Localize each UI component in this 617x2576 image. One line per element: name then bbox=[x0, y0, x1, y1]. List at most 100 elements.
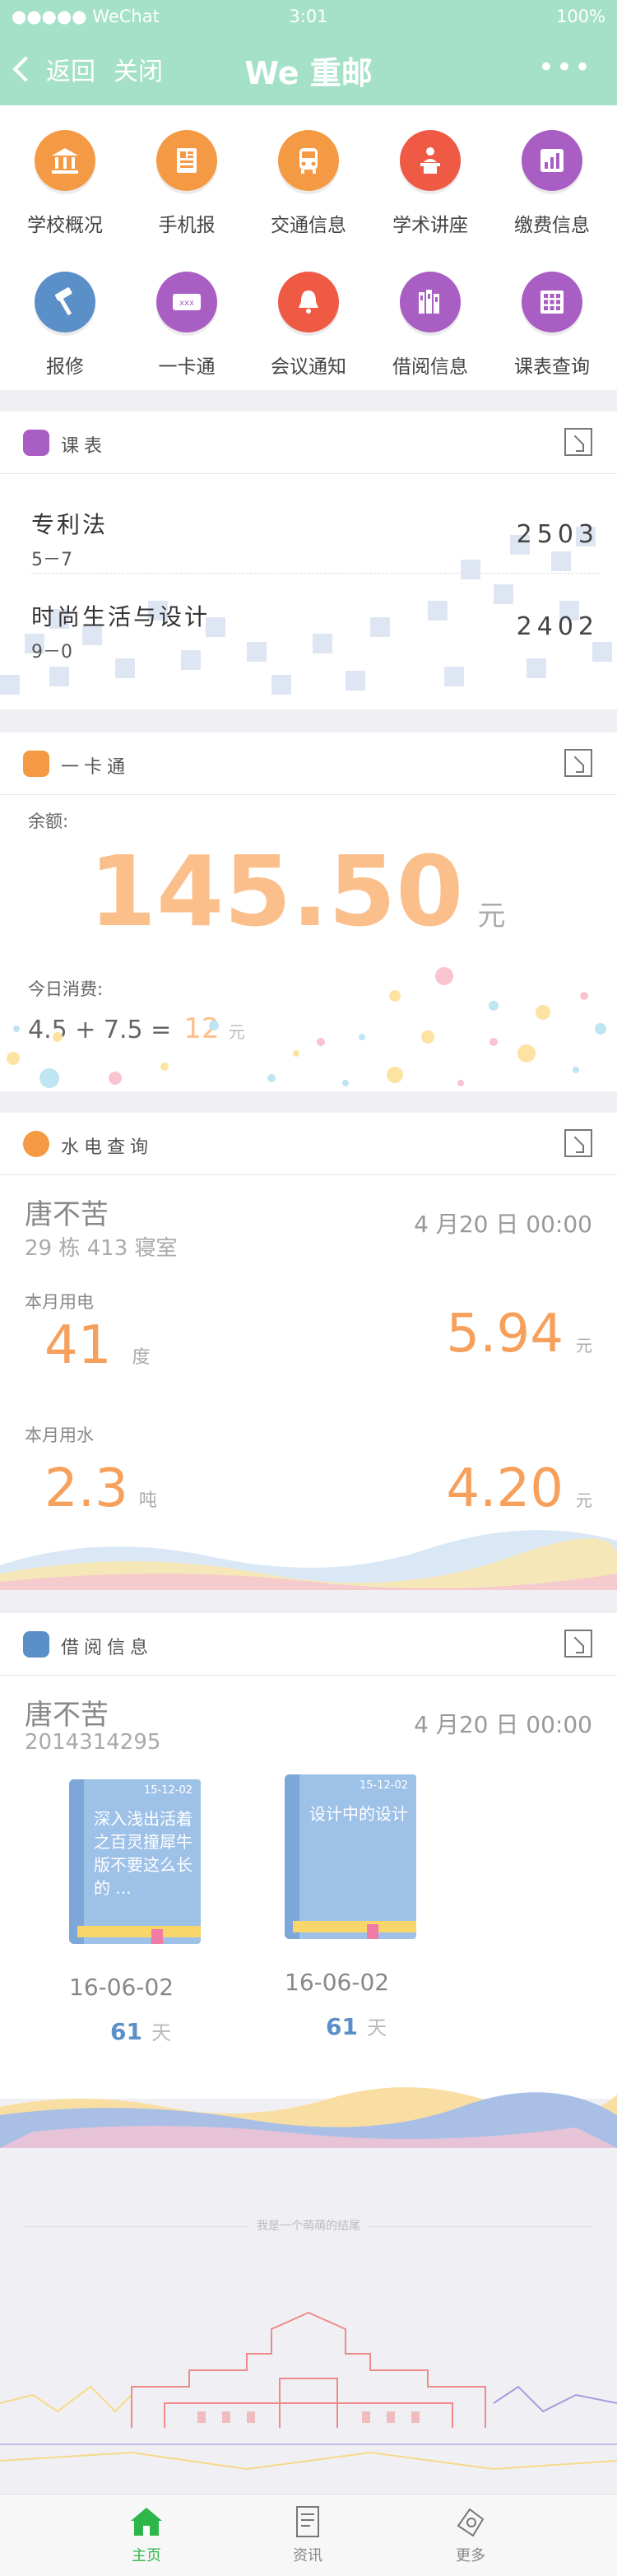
reader-name: 唐不苦 bbox=[25, 1699, 109, 1732]
bar-chart-icon bbox=[522, 130, 582, 191]
landscape-decoration bbox=[0, 2087, 617, 2148]
book-days: 61 bbox=[110, 2018, 142, 2045]
water-cost-unit: 元 bbox=[576, 1490, 592, 1510]
grid-item-label: 会议通知 bbox=[271, 356, 346, 378]
grid-item-payment[interactable]: 缴费信息 bbox=[490, 105, 614, 245]
wave-decoration bbox=[0, 1530, 617, 1590]
grid-item-timetable[interactable]: 课表查询 bbox=[490, 247, 614, 387]
resident-name: 唐不苦 bbox=[25, 1198, 109, 1231]
book-due-date: 16-06-02 bbox=[285, 1969, 390, 1996]
grid-item-newspaper[interactable]: 手机报 bbox=[125, 105, 248, 245]
electricity-cost-unit: 元 bbox=[576, 1336, 592, 1355]
grid-item-traffic[interactable]: 交通信息 bbox=[247, 105, 370, 245]
document-icon bbox=[296, 2506, 319, 2537]
balance-unit: 元 bbox=[477, 900, 506, 932]
book-days-unit: 天 bbox=[367, 2016, 387, 2039]
grid-item-card[interactable]: xxx 一卡通 bbox=[125, 247, 248, 387]
grid-item-school[interactable]: 学校概况 bbox=[3, 105, 127, 245]
grid-item-label: 学校概况 bbox=[27, 215, 103, 236]
tab-news[interactable]: 资讯 bbox=[225, 2495, 390, 2565]
tab-label: 主页 bbox=[132, 2547, 161, 2564]
electricity-cost-row: 5.94 元 bbox=[446, 1304, 592, 1365]
more-icon bbox=[457, 2508, 485, 2537]
water-label: 本月用水 bbox=[25, 1425, 94, 1445]
bell-icon bbox=[278, 272, 339, 332]
campus-illustration bbox=[0, 2311, 617, 2471]
newspaper-icon bbox=[156, 130, 217, 191]
book-date-tag: 15-12-02 bbox=[143, 1784, 193, 1797]
water-usage: 2.3 bbox=[44, 1458, 128, 1519]
grid-item-label: 一卡通 bbox=[158, 356, 216, 378]
electricity-cost: 5.94 bbox=[446, 1304, 564, 1365]
book-title: 设计中的设计 bbox=[309, 1804, 408, 1824]
electricity-unit: 度 bbox=[132, 1347, 151, 1368]
tab-more[interactable]: 更多 bbox=[388, 2495, 553, 2565]
borrow-card: 借阅信息 唐不苦 2014314295 4 月20 日 00:00 15-12-… bbox=[0, 1613, 617, 2099]
campus-card-header: 一卡通 bbox=[0, 732, 617, 795]
home-icon bbox=[131, 2508, 162, 2536]
water-usage-row: 2.3 吨 bbox=[44, 1458, 157, 1519]
tab-label: 更多 bbox=[456, 2547, 485, 2564]
open-external-icon[interactable] bbox=[564, 428, 592, 456]
grid-item-label: 交通信息 bbox=[271, 215, 346, 236]
grid-item-label: 学术讲座 bbox=[392, 215, 468, 236]
grid-item-meeting[interactable]: 会议通知 bbox=[247, 247, 370, 387]
credit-card-icon bbox=[23, 751, 49, 777]
balance-amount: 145.50 bbox=[89, 835, 464, 948]
grid-item-lecture[interactable]: 学术讲座 bbox=[369, 105, 492, 245]
grid-item-label: 缴费信息 bbox=[514, 215, 590, 236]
campus-card: 一卡通 余额: 145.50 元 今日消费: 4.5 + 7.5 = 12 元 bbox=[0, 732, 617, 1091]
grid-item-label: 借阅信息 bbox=[392, 356, 468, 378]
card-title: 一卡通 bbox=[61, 757, 131, 778]
book-cover: 15-12-02 设计中的设计 bbox=[285, 1774, 416, 1939]
balance-row: 145.50 元 bbox=[89, 835, 505, 948]
water-unit: 吨 bbox=[138, 1490, 157, 1511]
update-date: 4 月20 日 00:00 bbox=[414, 1211, 592, 1238]
drop-icon bbox=[23, 1131, 49, 1157]
grid-item-label: 手机报 bbox=[158, 215, 216, 236]
schedule-card: 课表 专利法 5－7 2503 时尚生活与设计 9－0 2402 bbox=[0, 412, 617, 709]
borrow-card-header: 借阅信息 bbox=[0, 1613, 617, 1676]
grid-item-label: 报修 bbox=[46, 356, 84, 378]
books-icon bbox=[400, 272, 461, 332]
course-row[interactable]: 时尚生活与设计 9－0 2402 bbox=[31, 599, 599, 665]
course-name: 时尚生活与设计 bbox=[31, 603, 211, 630]
course-room: 2503 bbox=[516, 520, 599, 549]
water-cost: 4.20 bbox=[446, 1458, 564, 1519]
card-title: 课表 bbox=[61, 436, 108, 457]
book-cover: 15-12-02 深入浅出活着之百灵撞犀牛版不要这么长的 ... bbox=[69, 1779, 201, 1944]
status-bar: ●●●●● WeChat 3:01 100% bbox=[0, 0, 617, 33]
more-menu-button[interactable]: ••• bbox=[538, 51, 592, 84]
tab-home[interactable]: 主页 bbox=[64, 2495, 229, 2565]
open-external-icon[interactable] bbox=[564, 1129, 592, 1157]
course-row[interactable]: 专利法 5－7 2503 bbox=[31, 507, 599, 574]
book-item[interactable]: 15-12-02 设计中的设计 16-06-02 61 天 bbox=[285, 1774, 421, 2040]
end-text: 我是一个萌萌的结尾 bbox=[0, 2217, 617, 2234]
schedule-card-header: 课表 bbox=[0, 412, 617, 474]
water-cost-row: 4.20 元 bbox=[446, 1458, 592, 1519]
course-name: 专利法 bbox=[31, 511, 109, 538]
course-time: 9－0 bbox=[31, 642, 72, 663]
bus-icon bbox=[278, 130, 339, 191]
open-external-icon[interactable] bbox=[564, 749, 592, 777]
card-icon: xxx bbox=[156, 272, 217, 332]
book-title: 深入浅出活着之百灵撞犀牛版不要这么长的 ... bbox=[94, 1809, 193, 1898]
grid-item-repair[interactable]: 报修 bbox=[3, 247, 127, 387]
card-title: 借阅信息 bbox=[61, 1638, 154, 1658]
electricity-usage: 41 bbox=[44, 1315, 112, 1376]
feature-grid: 学校概况 手机报 交通信息 学术讲座 缴费信息 报修 xxx 一卡通 会议通知 … bbox=[0, 105, 617, 390]
grid-item-borrow[interactable]: 借阅信息 bbox=[369, 247, 492, 387]
open-external-icon[interactable] bbox=[564, 1630, 592, 1658]
bottom-tab-bar: 主页 资讯 更多 bbox=[0, 2494, 617, 2576]
book-item[interactable]: 15-12-02 深入浅出活着之百灵撞犀牛版不要这么长的 ... 16-06-0… bbox=[69, 1779, 206, 2045]
book-days-row: 61 天 bbox=[110, 2016, 171, 2045]
utility-card: 水电查询 唐不苦 29 栋 413 寝室 4 月20 日 00:00 本月用电 … bbox=[0, 1113, 617, 1590]
books-icon bbox=[23, 1631, 49, 1658]
battery-text: 100% bbox=[555, 7, 605, 26]
electricity-usage-row: 41 度 bbox=[44, 1315, 151, 1376]
course-time: 5－7 bbox=[31, 550, 72, 570]
dots-decoration bbox=[7, 967, 606, 1088]
reader-id: 2014314295 bbox=[25, 1730, 161, 1755]
update-date: 4 月20 日 00:00 bbox=[414, 1711, 592, 1738]
calendar-icon bbox=[23, 430, 49, 456]
